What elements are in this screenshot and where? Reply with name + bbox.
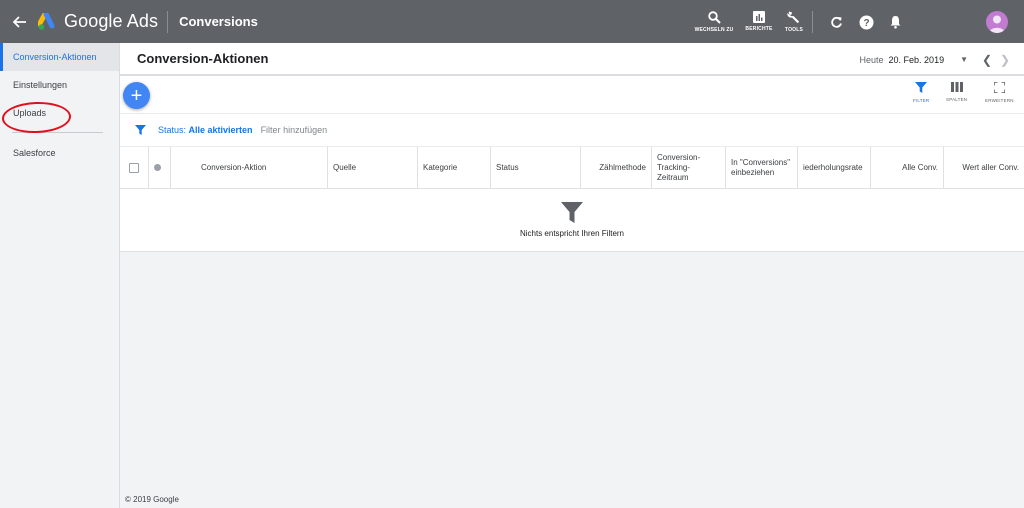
column-header-zaehlmethode[interactable]: Zählmethode (581, 147, 652, 188)
refresh-icon[interactable] (826, 12, 846, 32)
column-header-kategorie[interactable]: Kategorie (418, 147, 491, 188)
expand-button[interactable]: ERWEITERN (985, 82, 1014, 103)
columns-icon (950, 82, 963, 92)
column-header-wert-aller-conv[interactable]: Wert aller Conv. (944, 147, 1024, 188)
svg-text:?: ? (863, 18, 869, 29)
tools-button[interactable]: TOOLS (781, 0, 807, 43)
sidebar-item-salesforce[interactable]: Salesforce (0, 139, 119, 167)
column-header-wiederholungsrate[interactable]: iederholungsrate (798, 147, 871, 188)
date-value: 20. Feb. 2019 (888, 54, 945, 65)
column-header-tracking-zeitraum[interactable]: Conversion-Tracking-Zeitraum (652, 147, 726, 188)
copyright-footer: © 2019 Google (125, 495, 179, 504)
select-all-checkbox[interactable] (129, 162, 139, 173)
page-header: Conversion-Aktionen Heute 20. Feb. 2019 … (120, 43, 1024, 76)
previous-period-icon[interactable]: ❮ (978, 53, 996, 67)
status-dot-icon (154, 164, 161, 171)
table-toolbar: + FILTER SPALTEN ERWEITERN (120, 76, 1024, 114)
toolbar-divider (812, 11, 813, 33)
logo-text: Google Ads (64, 11, 159, 31)
column-header-status[interactable]: Status (491, 147, 581, 188)
column-header-in-conversions[interactable]: In "Conversions" einbeziehen (726, 147, 798, 188)
reports-label: BERICHTE (745, 26, 773, 32)
tools-label: TOOLS (784, 27, 804, 33)
filter-icon (135, 125, 146, 135)
columns-label: SPALTEN (946, 97, 968, 102)
sidebar-item-conversion-aktionen[interactable]: Conversion-Aktionen (0, 43, 119, 71)
column-header-quelle[interactable]: Quelle (328, 147, 418, 188)
add-conversion-button[interactable]: + (123, 82, 150, 109)
status-filter-prefix: Status: (158, 125, 187, 135)
top-app-bar: Google Ads Conversions WECHSELN ZU BERIC… (0, 0, 1024, 43)
goto-label: WECHSELN ZU (694, 26, 734, 33)
column-header-alle-conv[interactable]: Alle Conv. (871, 147, 944, 188)
column-header-conversion-aktion[interactable]: Conversion-Aktion (171, 147, 328, 188)
table-header-row: Conversion-Aktion Quelle Kategorie Statu… (120, 147, 1024, 189)
back-arrow-icon[interactable] (2, 0, 38, 43)
filter-icon (915, 82, 928, 93)
search-icon (707, 10, 721, 24)
google-ads-logo[interactable]: Google Ads (38, 11, 158, 32)
filter-button[interactable]: FILTER (913, 82, 929, 103)
goto-button[interactable]: WECHSELN ZU (694, 0, 734, 43)
divider (167, 10, 169, 33)
account-avatar[interactable] (986, 11, 1008, 33)
sidebar-item-einstellungen[interactable]: Einstellungen (0, 71, 119, 99)
page-section-title: Conversions (179, 14, 258, 29)
google-ads-logo-icon (38, 12, 55, 30)
empty-state: Nichts entspricht Ihren Filtern (120, 189, 1024, 252)
date-label: Heute (859, 54, 884, 65)
help-icon[interactable]: ? (856, 12, 876, 32)
page-title: Conversion-Aktionen (137, 51, 269, 66)
empty-state-message: Nichts entspricht Ihren Filtern (519, 229, 625, 238)
dropdown-caret-icon[interactable]: ▼ (960, 55, 968, 64)
fullscreen-icon (993, 82, 1005, 93)
main-content: Conversion-Aktionen Heute 20. Feb. 2019 … (120, 43, 1024, 252)
status-filter-value: Alle aktivierten (188, 125, 253, 135)
select-all-cell (120, 147, 149, 188)
date-range-picker[interactable]: Heute 20. Feb. 2019 ▼ ❮ ❯ (860, 43, 1015, 76)
filter-bar: Status: Alle aktivierten Filter hinzufüg… (120, 114, 1024, 147)
columns-button[interactable]: SPALTEN (946, 82, 967, 102)
filter-label: FILTER (913, 98, 930, 103)
bar-chart-icon (753, 11, 765, 23)
bell-icon[interactable] (885, 12, 905, 32)
reports-button[interactable]: BERICHTE (742, 0, 776, 43)
expand-label: ERWEITERN (985, 98, 1014, 103)
status-filter-chip[interactable]: Status: Alle aktivierten (158, 125, 253, 135)
status-dot-cell (149, 147, 171, 188)
add-filter-link[interactable]: Filter hinzufügen (261, 125, 328, 135)
filter-icon (561, 202, 583, 223)
next-period-icon: ❯ (999, 52, 1011, 67)
wrench-icon (787, 11, 799, 23)
